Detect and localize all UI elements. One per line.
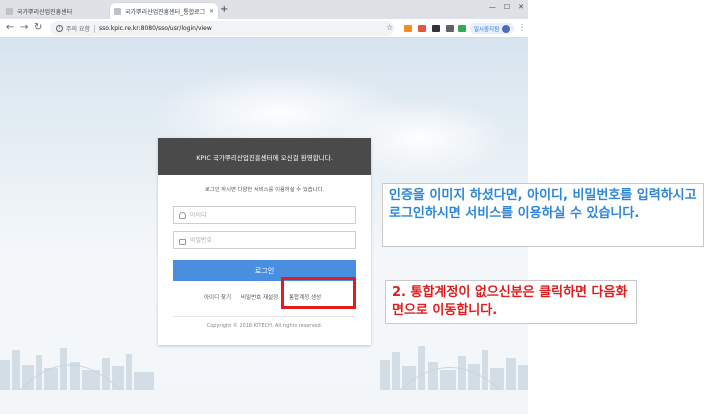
login-card: KPIC 국가뿌리산업진흥센터에 오신걸 환영합니다. 로그인 하시면 다양한 … <box>158 138 371 345</box>
extension-icon[interactable] <box>418 25 426 32</box>
extension-icon[interactable] <box>432 25 440 32</box>
reset-password-link[interactable]: 비밀번호 재설정 <box>241 293 278 301</box>
omnibox-divider <box>94 24 95 33</box>
security-label: 주의 요함 <box>66 26 90 33</box>
favicon-icon <box>114 7 121 15</box>
instruction-callout-login: 인증을 이미지 하셨다면, 아이디, 비밀번호를 입력하시고 로그인하시면 서비… <box>382 183 704 247</box>
password-input[interactable] <box>190 236 350 244</box>
favicon-icon <box>6 7 13 15</box>
tab-title: 국가뿌리산업진흥센터_통합로그 <box>125 8 206 16</box>
window-controls: — ☐ ✕ <box>489 3 524 11</box>
card-divider <box>173 316 356 317</box>
profile-label: 일시중지됨 <box>473 26 500 33</box>
kebab-menu-icon[interactable]: ⋮ <box>518 23 526 32</box>
url-text[interactable]: sso.kpic.re.kr:8080/sso/usr/login/view <box>99 25 212 32</box>
maximize-icon[interactable]: ☐ <box>504 3 510 11</box>
profile-button[interactable]: 일시중지됨 <box>470 23 514 34</box>
reload-icon[interactable]: ↻ <box>34 22 42 34</box>
extension-icon[interactable] <box>446 25 454 32</box>
user-icon <box>179 211 186 219</box>
extension-icon[interactable] <box>404 25 412 32</box>
minimize-icon[interactable]: — <box>489 3 496 11</box>
close-window-icon[interactable]: ✕ <box>518 3 524 11</box>
tab-title: 국가뿌리산업진흥센터 <box>17 8 73 16</box>
find-id-link[interactable]: 아이디 찾기 <box>204 293 231 301</box>
create-account-highlight <box>281 277 356 309</box>
star-icon[interactable]: ☆ <box>386 23 393 32</box>
instruction-callout-create-account: 2. 통합계정이 없으신분은 클릭하면 다음화면으로 이동합니다. <box>385 280 637 324</box>
login-guide-text: 로그인 하시면 다양한 서비스를 이용하실 수 있습니다. <box>205 187 324 193</box>
arrow-right-icon[interactable]: → <box>20 22 28 34</box>
extension-icon[interactable] <box>458 25 466 32</box>
login-header: KPIC 국가뿌리산업진흥센터에 오신걸 환영합니다. <box>158 138 371 175</box>
browser-toolbar: ← → ↻ i 주의 요함 sso.kpic.re.kr:8080/sso/us… <box>0 19 528 38</box>
id-input[interactable] <box>190 211 350 219</box>
info-icon[interactable]: i <box>56 25 63 32</box>
password-field[interactable] <box>173 231 356 249</box>
close-icon[interactable]: ✕ <box>209 8 214 15</box>
lock-icon <box>179 237 186 245</box>
arrow-left-icon[interactable]: ← <box>6 22 14 34</box>
id-field[interactable] <box>173 206 356 224</box>
tab-sso-login[interactable]: 국가뿌리산업진흥센터_통합로그 ✕ <box>110 3 218 19</box>
avatar <box>502 24 511 33</box>
copyright-text: Copyright © 2018 KITECH. All rights rese… <box>206 323 323 329</box>
new-tab-icon[interactable]: + <box>220 4 228 16</box>
tab-bar: 국가뿌리산업진흥센터 ✕ 국가뿌리산업진흥센터_통합로그 ✕ + — ☐ ✕ <box>0 0 528 19</box>
address-bar[interactable]: i 주의 요함 sso.kpic.re.kr:8080/sso/usr/logi… <box>50 21 394 36</box>
tab-kpic-home[interactable]: 국가뿌리산업진흥센터 ✕ <box>2 3 122 19</box>
